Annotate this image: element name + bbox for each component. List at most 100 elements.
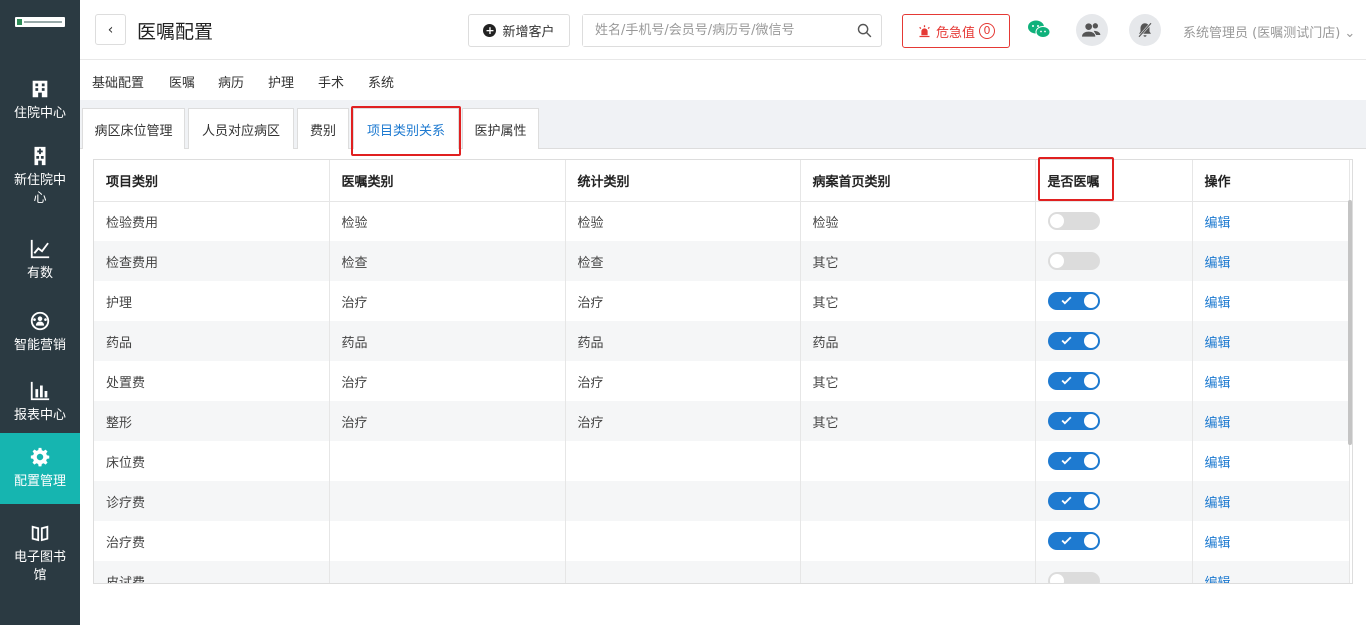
- stat-category-cell: [565, 521, 801, 561]
- sidebar-item-label: 智能营销: [13, 338, 66, 353]
- column-header: 统计类别: [565, 160, 801, 202]
- edit-link[interactable]: 编辑: [1205, 536, 1231, 551]
- column-header: 操作: [1192, 160, 1350, 202]
- edit-link[interactable]: 编辑: [1205, 576, 1231, 584]
- edit-link[interactable]: 编辑: [1205, 336, 1231, 351]
- order-category-cell: 检查: [329, 241, 566, 281]
- stat-category-cell: 检验: [565, 201, 801, 241]
- chevron-down-icon: ⌄: [1344, 26, 1356, 41]
- sidebar-item-inpatient-center[interactable]: 住院中心: [0, 78, 80, 130]
- order-category-cell: 治疗: [329, 361, 566, 401]
- toggle-knob: [1083, 494, 1098, 508]
- edit-link[interactable]: 编辑: [1205, 496, 1231, 511]
- tab-medical-record[interactable]: 病历: [218, 72, 244, 91]
- record-category-cell: [800, 481, 1036, 521]
- is-order-toggle[interactable]: [1047, 572, 1100, 583]
- sidebar-item-library[interactable]: 电子图书馆: [0, 522, 80, 592]
- primary-tabs: 基础配置 医嘱 病历 护理 手术 系统: [80, 60, 1366, 102]
- order-category-cell: [329, 481, 566, 521]
- bell-muted-icon[interactable]: [1129, 14, 1161, 46]
- back-button[interactable]: ‹: [95, 14, 126, 45]
- tab-medical-staff-attributes[interactable]: 医护属性: [462, 108, 539, 149]
- edit-link[interactable]: 编辑: [1205, 216, 1231, 231]
- is-order-toggle[interactable]: [1047, 212, 1100, 231]
- tab-system[interactable]: 系统: [368, 72, 394, 91]
- add-customer-button[interactable]: + 新增客户: [468, 14, 570, 47]
- is-order-cell: [1035, 201, 1193, 241]
- bar-chart-icon: [30, 381, 50, 401]
- edit-link[interactable]: 编辑: [1205, 456, 1231, 471]
- alarm-light-icon: [919, 24, 930, 37]
- is-order-toggle[interactable]: [1047, 532, 1100, 550]
- order-category-cell: 药品: [329, 321, 566, 361]
- search-icon[interactable]: [856, 22, 873, 39]
- stat-category-cell: 治疗: [565, 401, 801, 441]
- action-cell: 编辑: [1192, 201, 1350, 241]
- action-cell: 编辑: [1192, 241, 1350, 281]
- search-input[interactable]: [583, 15, 833, 46]
- table-row: 检查费用 检查 检查 其它 编辑: [94, 241, 1350, 281]
- users-icon[interactable]: [1076, 14, 1108, 46]
- action-cell: 编辑: [1192, 401, 1350, 441]
- is-order-toggle[interactable]: [1047, 492, 1100, 510]
- toggle-knob: [1083, 534, 1098, 548]
- current-user-menu[interactable]: 系统管理员 (医嘱测试门店) ⌄: [1183, 22, 1355, 41]
- is-order-cell: [1035, 281, 1193, 321]
- action-cell: 编辑: [1192, 361, 1350, 401]
- action-cell: 编辑: [1192, 321, 1350, 361]
- sidebar-item-new-inpatient-center[interactable]: 新住院中心: [0, 145, 80, 215]
- stat-category-cell: [565, 481, 801, 521]
- toggle-knob: [1049, 214, 1064, 229]
- edit-link[interactable]: 编辑: [1205, 256, 1231, 271]
- is-order-cell: [1035, 481, 1193, 521]
- tab-nursing[interactable]: 护理: [268, 72, 294, 91]
- sidebar-item-label: 住院中心: [13, 106, 66, 121]
- is-order-toggle[interactable]: [1047, 252, 1100, 270]
- sidebar-item-reports[interactable]: 报表中心: [0, 380, 80, 430]
- action-cell: 编辑: [1192, 481, 1350, 521]
- stat-category-cell: 治疗: [565, 361, 801, 401]
- table-scrollbar[interactable]: [1348, 200, 1352, 445]
- item-category-cell: 检查费用: [94, 241, 330, 281]
- edit-link[interactable]: 编辑: [1205, 376, 1231, 391]
- marketing-icon: [30, 311, 50, 331]
- edit-link[interactable]: 编辑: [1205, 296, 1231, 311]
- is-order-toggle[interactable]: [1047, 412, 1100, 430]
- order-category-cell: [329, 521, 566, 561]
- toggle-knob: [1083, 374, 1098, 388]
- sidebar-item-youshu[interactable]: 有数: [0, 238, 80, 288]
- search-box: [582, 14, 882, 47]
- is-order-toggle[interactable]: [1047, 332, 1100, 350]
- record-category-cell: [800, 521, 1036, 561]
- order-category-cell: [329, 561, 566, 583]
- action-cell: 编辑: [1192, 441, 1350, 481]
- is-order-toggle[interactable]: [1047, 292, 1100, 310]
- check-icon: [1060, 336, 1072, 345]
- sidebar-item-label: 有数: [26, 266, 53, 281]
- record-category-cell: 其它: [800, 281, 1036, 321]
- tab-staff-ward[interactable]: 人员对应病区: [188, 108, 294, 149]
- tab-orders[interactable]: 医嘱: [169, 72, 195, 91]
- sidebar-item-marketing[interactable]: 智能营销: [0, 310, 80, 360]
- toggle-knob: [1083, 454, 1098, 468]
- tab-basic-config[interactable]: 基础配置: [80, 72, 157, 102]
- column-header: 医嘱类别: [329, 160, 566, 202]
- is-order-cell: [1035, 441, 1193, 481]
- order-category-cell: 治疗: [329, 281, 566, 321]
- tab-fee-type[interactable]: 费别: [297, 108, 349, 149]
- wechat-icon[interactable]: [1023, 14, 1055, 46]
- tab-item-category-relation[interactable]: 项目类别关系: [353, 108, 459, 149]
- stat-category-cell: 药品: [565, 321, 801, 361]
- is-order-toggle[interactable]: [1047, 372, 1100, 390]
- item-category-cell: 床位费: [94, 441, 330, 481]
- tab-surgery[interactable]: 手术: [318, 72, 344, 91]
- edit-link[interactable]: 编辑: [1205, 416, 1231, 431]
- critical-value-button[interactable]: 危急值 0: [902, 14, 1010, 48]
- is-order-toggle[interactable]: [1047, 452, 1100, 470]
- tab-ward-bed-management[interactable]: 病区床位管理: [82, 108, 185, 149]
- sidebar-item-config[interactable]: 配置管理: [0, 433, 80, 504]
- action-cell: 编辑: [1192, 561, 1350, 584]
- sidebar-item-label: 配置管理: [13, 474, 66, 489]
- page-title: 医嘱配置: [137, 21, 214, 43]
- table-row: 处置费 治疗 治疗 其它 编辑: [94, 361, 1350, 401]
